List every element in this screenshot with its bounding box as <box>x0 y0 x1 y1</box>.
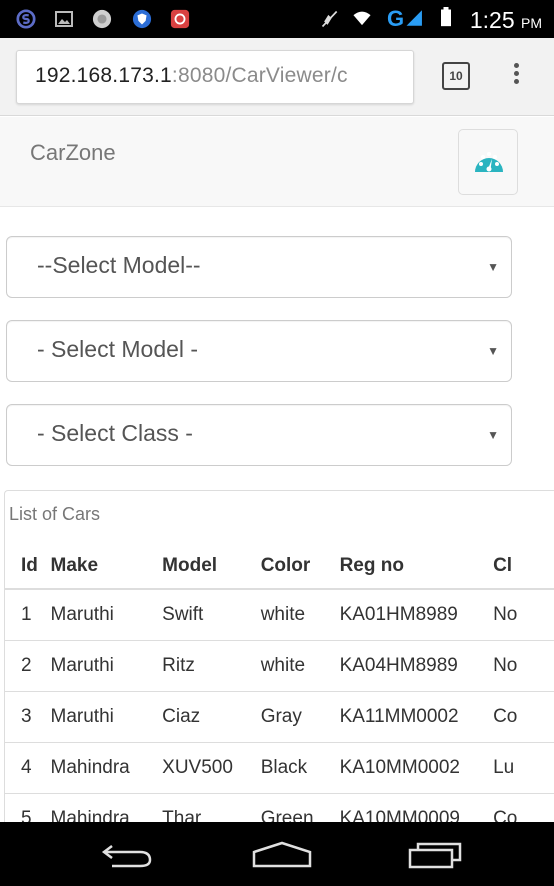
cell-make: Maruthi <box>50 640 163 692</box>
select-class-value: - Select Class - <box>37 420 193 446</box>
app-icon <box>170 9 190 29</box>
cell-class: No <box>493 589 554 641</box>
s-logo-icon <box>16 9 36 29</box>
navbar: CarZone <box>0 117 554 207</box>
cell-class: Co <box>493 691 554 743</box>
table-row[interactable]: 1 Maruthi Swift white KA01HM8989 No <box>5 589 554 641</box>
cell-make: Maruthi <box>50 589 163 641</box>
chevron-down-icon: ▼ <box>487 260 499 274</box>
cell-model: Ciaz <box>162 691 261 743</box>
status-bar: G 1:25 PM <box>0 0 554 38</box>
dashboard-icon <box>475 152 503 172</box>
cell-reg-no: KA04HM8989 <box>339 640 494 692</box>
wifi-icon <box>353 11 371 26</box>
cars-panel: List of Cars Id Make Model Color Reg no … <box>4 490 554 830</box>
column-header-make: Make <box>50 543 163 590</box>
select-model-1-value: --Select Model-- <box>37 252 201 278</box>
table-row[interactable]: 3 Maruthi Ciaz Gray KA11MM0002 Co <box>5 691 554 743</box>
chevron-down-icon: ▼ <box>487 344 499 358</box>
select-class[interactable]: - Select Class - ▼ <box>6 404 512 466</box>
table-header-row: Id Make Model Color Reg no Cl <box>5 543 554 590</box>
cell-id: 1 <box>5 589 51 641</box>
column-header-reg-no: Reg no <box>339 543 494 590</box>
select-model-2-value: - Select Model - <box>37 336 199 362</box>
table-row[interactable]: 4 Mahindra XUV500 Black KA10MM0002 Lu <box>5 742 554 794</box>
cell-make: Maruthi <box>50 691 163 743</box>
url-path: :8080/CarViewer/c <box>171 64 348 87</box>
column-header-color: Color <box>260 543 340 590</box>
shield-icon <box>132 9 152 29</box>
cell-class: Lu <box>493 742 554 794</box>
select-model-1[interactable]: --Select Model-- ▼ <box>6 236 512 298</box>
url-host: 192.168.173.1 <box>35 64 172 87</box>
tab-switcher-button[interactable]: 10 <box>442 62 470 90</box>
cell-class: No <box>493 640 554 692</box>
column-header-id: Id <box>5 543 51 590</box>
cell-color: white <box>260 640 340 692</box>
overflow-menu-icon[interactable] <box>508 60 524 94</box>
cell-make: Mahindra <box>50 742 163 794</box>
image-icon <box>55 11 73 27</box>
mute-icon <box>321 10 338 28</box>
cell-id: 2 <box>5 640 51 692</box>
cell-model: Swift <box>162 589 261 641</box>
signal-icon <box>406 10 422 26</box>
cell-model: XUV500 <box>162 742 261 794</box>
cell-reg-no: KA11MM0002 <box>339 691 494 743</box>
back-icon[interactable] <box>100 840 156 870</box>
brand[interactable]: CarZone <box>30 140 116 166</box>
cell-color: Black <box>260 742 340 794</box>
column-header-class: Cl <box>493 543 554 590</box>
cell-id: 4 <box>5 742 51 794</box>
cell-id: 3 <box>5 691 51 743</box>
cell-model: Ritz <box>162 640 261 692</box>
recents-icon[interactable] <box>406 840 464 870</box>
panel-heading: List of Cars <box>9 504 101 524</box>
system-navigation-bar <box>0 822 554 886</box>
chevron-down-icon: ▼ <box>487 428 499 442</box>
select-model-2[interactable]: - Select Model - ▼ <box>6 320 512 382</box>
cell-color: Gray <box>260 691 340 743</box>
battery-icon <box>441 7 451 27</box>
column-header-model: Model <box>162 543 261 590</box>
cell-reg-no: KA01HM8989 <box>339 589 494 641</box>
cars-table: Id Make Model Color Reg no Cl 1 Maruthi … <box>5 543 554 830</box>
cell-color: white <box>260 589 340 641</box>
home-icon[interactable] <box>250 840 314 870</box>
g-network-icon: G <box>387 6 405 31</box>
navbar-toggle-button[interactable] <box>458 129 518 195</box>
clock: 1:25 PM <box>469 7 542 33</box>
url-field[interactable]: 192.168.173.1:8080/CarViewer/c <box>16 50 414 104</box>
globe-icon <box>92 9 112 29</box>
browser-toolbar: 192.168.173.1:8080/CarViewer/c 10 <box>0 38 554 116</box>
table-row[interactable]: 2 Maruthi Ritz white KA04HM8989 No <box>5 640 554 692</box>
cell-reg-no: KA10MM0002 <box>339 742 494 794</box>
